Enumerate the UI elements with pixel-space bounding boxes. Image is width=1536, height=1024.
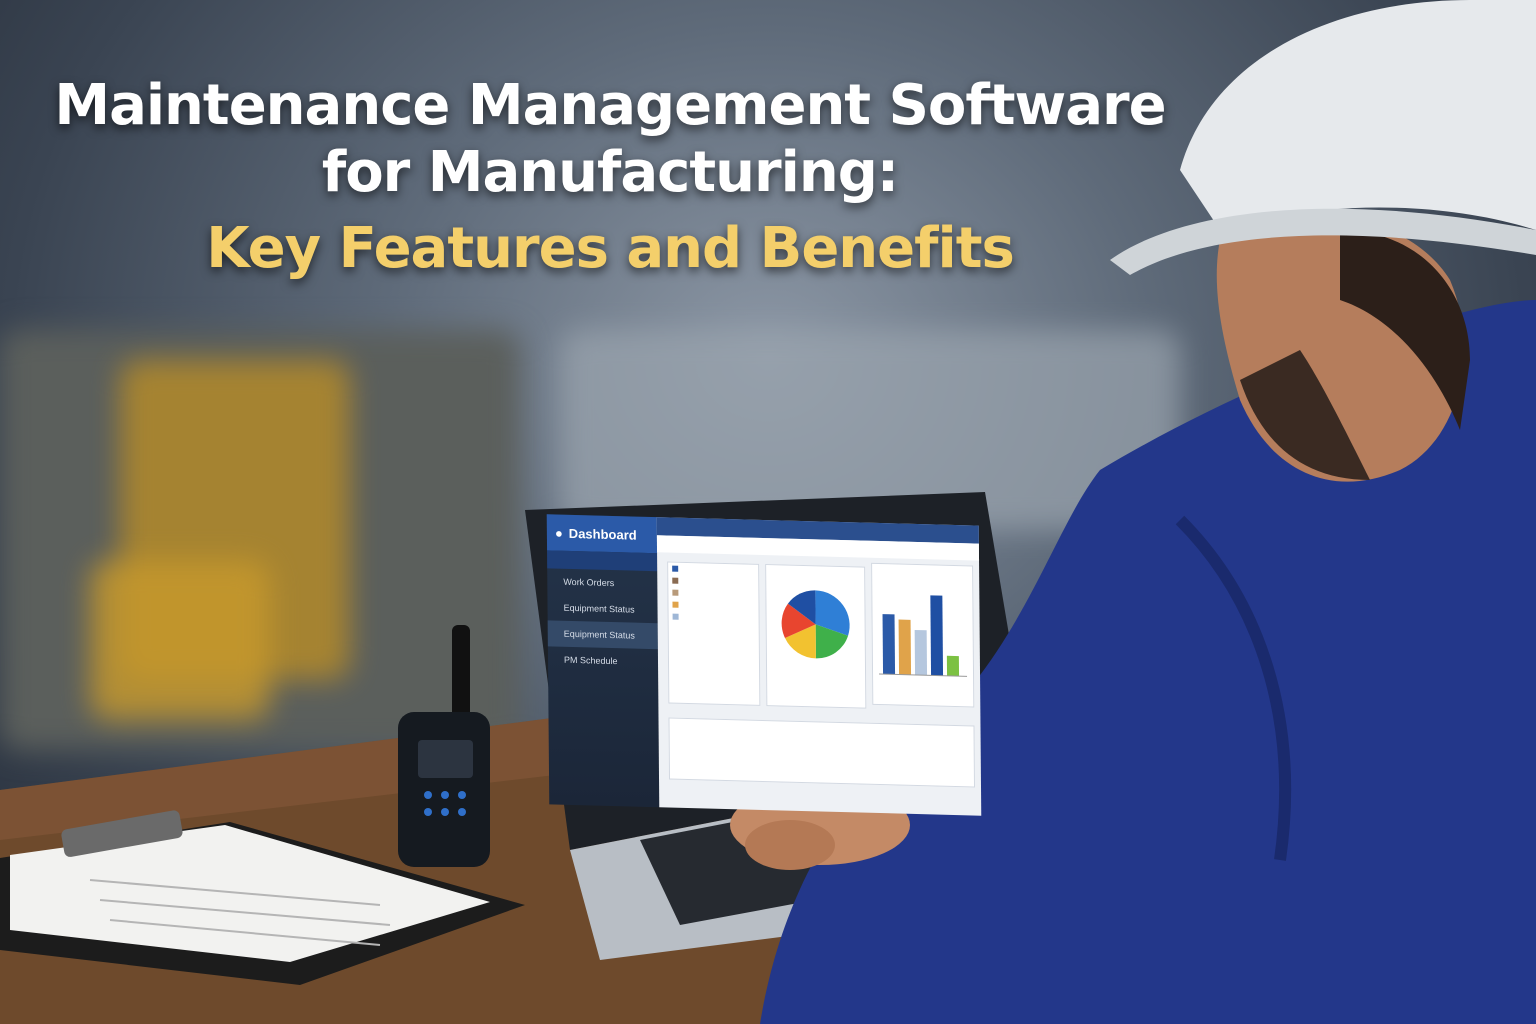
sidebar-item-equipment-status-active[interactable]: Equipment Status: [547, 620, 658, 650]
dashboard-main: [656, 517, 982, 816]
bar-chart: [879, 595, 968, 677]
bar: [882, 614, 896, 675]
bar: [930, 595, 944, 676]
bar: [898, 619, 912, 675]
laptop-screen: ● Dashboard Work Orders Equipment Status…: [546, 514, 982, 816]
photo-scene: Maintenance Management Software for Manu…: [0, 0, 1536, 1024]
sidebar-item-equipment-status[interactable]: Equipment Status: [547, 594, 657, 623]
pie-chart: [781, 590, 850, 659]
headline-line-2: for Manufacturing:: [321, 139, 899, 205]
bottom-panel: [668, 717, 976, 788]
bar: [914, 629, 928, 676]
bar: [946, 655, 960, 677]
sidebar-item-work-orders[interactable]: Work Orders: [547, 568, 657, 597]
gauge-icon: ●: [554, 525, 563, 541]
pie-chart-card: [765, 564, 867, 709]
headline: Maintenance Management Software for Manu…: [0, 73, 1220, 281]
sidebar-item-pm-schedule[interactable]: PM Schedule: [548, 646, 658, 675]
headline-line-1: Maintenance Management Software: [54, 73, 1166, 139]
app-title: Dashboard: [568, 525, 637, 543]
hard-hat: [1180, 0, 1536, 230]
dashboard-sidebar: ● Dashboard Work Orders Equipment Status…: [546, 514, 660, 808]
dashboard-header: ● Dashboard: [546, 514, 658, 554]
work-orders-card: [667, 561, 761, 706]
bar-chart-card: [871, 562, 975, 708]
headline-line-3: Key Features and Benefits: [206, 215, 1015, 281]
walkie-talkie: [398, 625, 490, 867]
